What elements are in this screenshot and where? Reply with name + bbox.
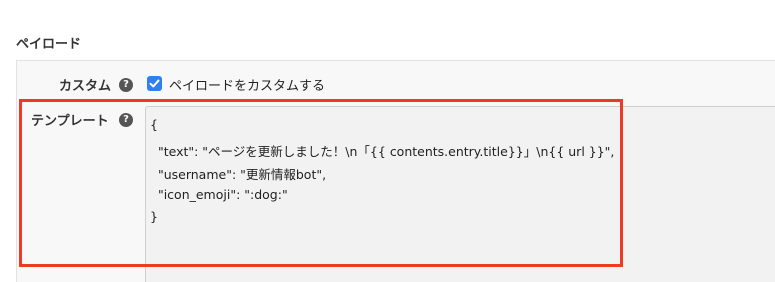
template-line: "text": "ページを更新しました！\n「{{ contents.entry… <box>150 144 615 159</box>
help-icon[interactable]: ? <box>119 78 133 92</box>
checkbox-label[interactable]: ペイロードをカスタムする <box>169 75 325 94</box>
custom-label: カスタム <box>59 79 112 94</box>
section-title: ペイロード <box>16 37 82 52</box>
template-label: テンプレート <box>31 114 109 129</box>
template-line: { <box>150 117 158 132</box>
checkmark-icon <box>149 79 160 88</box>
custom-payload-checkbox[interactable] <box>147 76 162 91</box>
template-line: } <box>150 209 158 224</box>
template-line: "username": "更新情報bot", <box>150 167 327 182</box>
help-icon[interactable]: ? <box>119 113 133 127</box>
payload-settings-page: ペイロード カスタム ? ペイロードをカスタムする テンプレート ? { "te… <box>0 0 775 282</box>
template-line: "icon_emoji": ":dog:" <box>150 187 288 202</box>
